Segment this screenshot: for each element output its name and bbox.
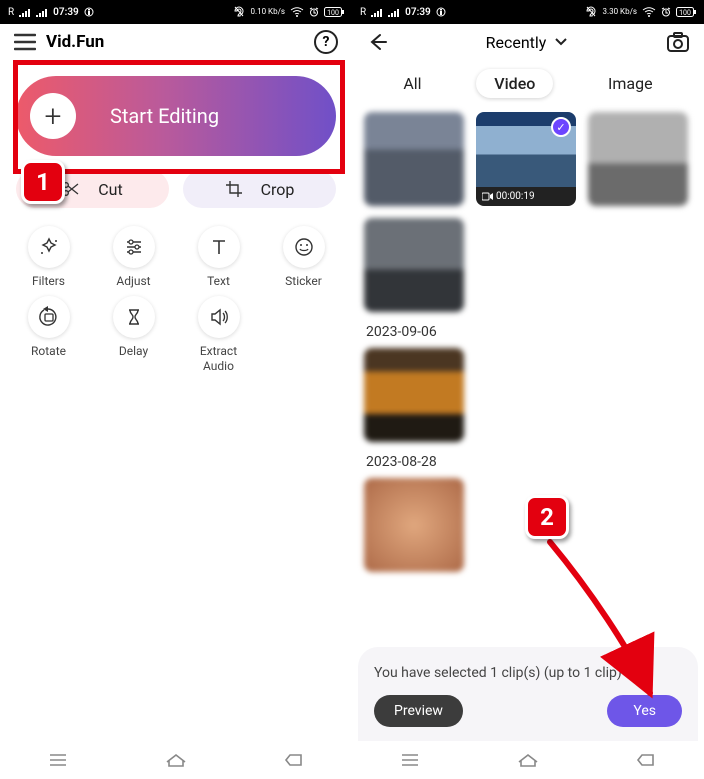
tool-label: Filters [32,274,65,288]
tool-label: Extract Audio [200,344,237,373]
rotate-icon [38,306,60,328]
mute-icon [233,6,245,18]
signal-icon [36,7,48,17]
tool-text[interactable]: Text [180,226,257,288]
date-header: 2023-08-28 [366,454,692,470]
smiley-icon [293,236,315,258]
app-header: Vid.Fun ? [0,24,352,60]
album-dropdown[interactable]: Recently [394,33,660,52]
camera-icon[interactable] [666,31,690,53]
tool-filters[interactable]: Filters [10,226,87,288]
recents-icon[interactable] [48,753,68,767]
system-nav-bar [352,741,704,779]
tool-adjust[interactable]: Adjust [95,226,172,288]
tool-label: Rotate [31,344,66,358]
info-icon [436,7,446,17]
plus-icon: + [30,93,76,139]
phone-left: R 07:39 0.10 Kb/s 100 Vid.Fun ? + Start … [0,0,352,779]
tool-delay[interactable]: Delay [95,296,172,373]
annotation-badge-2: 2 [525,495,569,539]
crop-icon [225,180,243,198]
clock: 07:39 [53,7,79,18]
carrier-label: R [360,7,366,18]
svg-text:100: 100 [679,9,691,17]
system-nav-bar [0,741,352,779]
signal-icon [19,7,31,17]
signal-icon [388,7,400,17]
video-thumb[interactable] [588,112,688,206]
text-icon [208,236,230,258]
media-tabs: All Video Image [352,60,704,106]
video-thumb[interactable] [364,348,464,442]
video-icon [482,192,493,201]
phone-right: R 07:39 3.30 Kb/s 100 Recently All Video… [352,0,704,779]
tab-all[interactable]: All [403,74,421,93]
album-label: Recently [486,33,547,52]
app-title: Vid.Fun [46,32,304,52]
status-bar: R 07:39 0.10 Kb/s 100 [0,0,352,24]
video-thumb[interactable] [364,112,464,206]
tool-rotate[interactable]: Rotate [10,296,87,373]
duration-label: 00:00:19 [496,191,535,202]
selection-sheet: You have selected 1 clip(s) (up to 1 cli… [358,647,698,741]
selection-text: You have selected 1 clip(s) (up to 1 cli… [374,665,682,681]
alarm-icon [309,7,319,17]
clock: 07:39 [405,7,431,18]
hourglass-icon [123,306,145,328]
recents-icon[interactable] [400,753,420,767]
picker-header: Recently [352,24,704,60]
battery-pct: 100 [327,9,339,17]
back-icon[interactable] [636,753,656,767]
tool-label: Delay [119,344,148,358]
menu-icon[interactable] [14,33,36,51]
sliders-icon [123,236,145,258]
tool-label: Sticker [285,274,322,288]
status-bar: R 07:39 3.30 Kb/s 100 [352,0,704,24]
home-icon[interactable] [517,752,539,768]
tab-image[interactable]: Image [608,74,653,93]
back-icon[interactable] [284,753,304,767]
sparkle-icon [38,236,60,258]
wifi-icon [642,7,656,17]
check-icon: ✓ [551,117,571,137]
home-icon[interactable] [165,752,187,768]
chevron-down-icon [554,37,568,47]
cut-label: Cut [98,180,122,199]
tab-video[interactable]: Video [476,69,553,98]
carrier-label: R [8,7,14,18]
tool-extract-audio[interactable]: Extract Audio [180,296,257,373]
info-icon [84,7,94,17]
tool-sticker[interactable]: Sticker [265,226,342,288]
start-editing-label: Start Editing [110,104,219,128]
back-arrow-icon[interactable] [366,33,388,51]
signal-icon [371,7,383,17]
start-editing-button[interactable]: + Start Editing [16,76,336,156]
help-icon[interactable]: ? [314,30,338,54]
alarm-icon [661,7,671,17]
tool-label: Text [207,274,230,288]
annotation-badge-1: 1 [21,160,65,204]
battery-icon: 100 [324,7,344,17]
wifi-icon [290,7,304,17]
crop-button[interactable]: Crop [183,170,336,208]
preview-button[interactable]: Preview [374,695,463,727]
net-rate: 0.10 Kb/s [250,8,285,16]
speaker-icon [208,306,230,328]
battery-icon: 100 [676,7,696,17]
video-thumb[interactable] [364,218,464,312]
video-thumb[interactable] [364,478,464,572]
net-rate: 3.30 Kb/s [602,8,637,16]
yes-button[interactable]: Yes [607,695,682,727]
tool-label: Adjust [116,274,150,288]
video-thumb-selected[interactable]: ✓ 00:00:19 [476,112,576,206]
crop-label: Crop [261,180,295,199]
date-header: 2023-09-06 [366,324,692,340]
mute-icon [585,6,597,18]
